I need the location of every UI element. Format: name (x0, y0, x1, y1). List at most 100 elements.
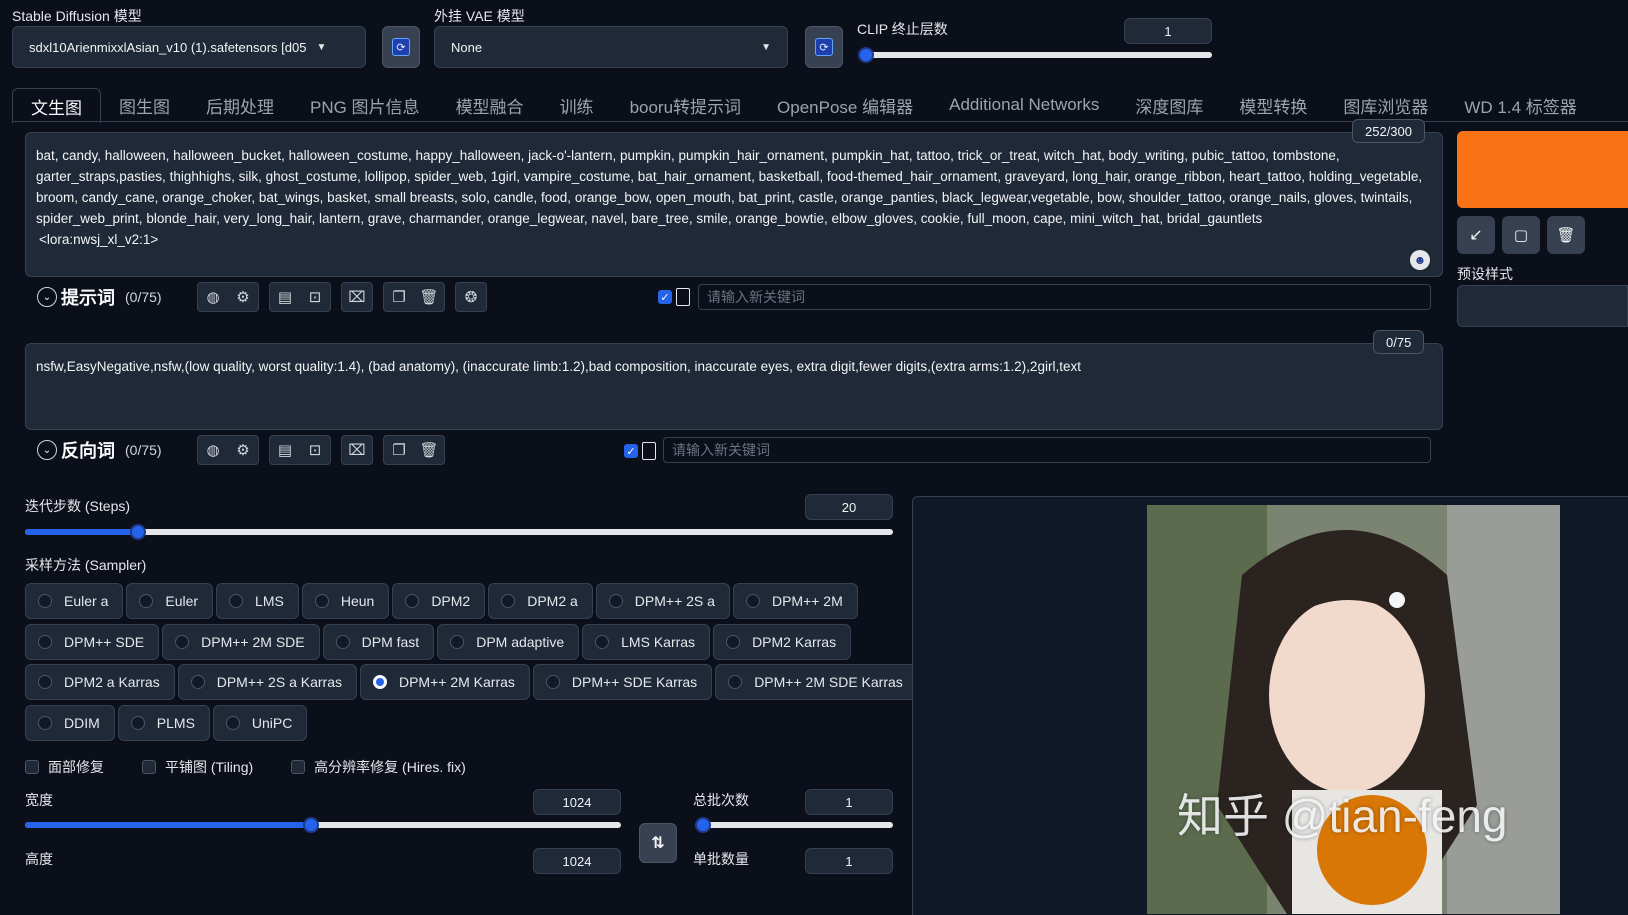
negative-keyword-input[interactable]: 请输入新关键词 (663, 437, 1431, 463)
radio-icon[interactable] (38, 675, 52, 689)
tab-item[interactable]: 图生图 (101, 88, 188, 122)
radio-icon[interactable] (314, 594, 329, 608)
radio-icon[interactable] (38, 635, 52, 649)
sampler-option[interactable]: DPM++ 2S a Karras (177, 664, 357, 700)
arrow-down-left-icon[interactable]: ↙ (1457, 216, 1495, 254)
tab-item[interactable]: 后期处理 (188, 88, 292, 122)
radio-icon[interactable] (608, 594, 623, 608)
radio-icon[interactable] (139, 594, 154, 608)
format-ab-icon[interactable]: ⌧ (342, 283, 372, 311)
width-input[interactable]: 1024 (533, 789, 621, 815)
sampler-option[interactable]: DPM++ 2M SDE (162, 624, 320, 660)
sampler-option[interactable]: DPM++ SDE Karras (532, 664, 713, 700)
width-slider[interactable] (25, 817, 621, 833)
generated-image[interactable] (1147, 505, 1560, 914)
sampler-option[interactable]: DPM++ 2S a (595, 583, 730, 619)
batch-count-slider[interactable] (695, 817, 893, 833)
face-restore-checkbox[interactable]: 面部修复 (25, 757, 104, 777)
copy-icon[interactable]: ❐ (384, 436, 414, 464)
clip-value-input[interactable]: 1 (1124, 18, 1212, 44)
tab-item[interactable]: OpenPose 编辑器 (759, 88, 931, 122)
sampler-option[interactable]: DPM2 Karras (713, 624, 852, 660)
trash-icon[interactable]: 🗑 (1547, 216, 1585, 254)
square-icon[interactable]: ▢ (1502, 216, 1540, 254)
globe-icon[interactable]: ◍ (198, 283, 228, 311)
bookmark-icon[interactable]: ⊡ (300, 283, 330, 311)
negative-toggle[interactable]: ⌄ 反向词 (0/75) (37, 437, 197, 463)
globe-icon[interactable]: ◍ (198, 436, 228, 464)
sampler-option[interactable]: DPM++ SDE (25, 624, 160, 660)
sampler-option[interactable]: UniPC (212, 705, 308, 741)
steps-input[interactable]: 20 (805, 494, 893, 520)
radio-icon[interactable] (38, 716, 52, 730)
tab-item[interactable]: PNG 图片信息 (292, 88, 438, 122)
hires-checkbox[interactable]: 高分辨率修复 (Hires. fix) (291, 757, 466, 777)
checkbox-icon[interactable]: ✓ (624, 444, 638, 458)
sampler-option[interactable]: DPM++ 2M Karras (359, 664, 530, 700)
vae-refresh-button[interactable]: ⟳ (805, 26, 843, 68)
radio-icon[interactable] (450, 635, 465, 649)
sampler-option[interactable]: DPM fast (322, 624, 435, 660)
assistant-bot-icon[interactable]: ☻ (1410, 250, 1430, 270)
sampler-option[interactable]: Euler a (25, 583, 124, 619)
tab-item[interactable]: 训练 (542, 88, 612, 122)
history-icon[interactable]: ▤ (270, 283, 300, 311)
radio-icon[interactable] (501, 594, 516, 608)
checkbox-icon[interactable] (142, 760, 156, 774)
format-ab-icon[interactable]: ⌧ (342, 436, 372, 464)
swap-vertical-icon[interactable]: ⇅ (639, 823, 677, 863)
tab-item[interactable]: 模型转换 (1221, 88, 1325, 122)
radio-icon[interactable] (405, 594, 420, 608)
styles-dropdown[interactable] (1457, 285, 1628, 327)
sampler-option[interactable]: Euler (126, 583, 214, 619)
radio-icon[interactable] (190, 675, 205, 689)
radio-icon[interactable] (595, 635, 610, 649)
batch-size-input[interactable]: 1 (805, 848, 893, 874)
radio-icon[interactable] (130, 716, 145, 730)
radio-icon[interactable] (726, 635, 741, 649)
batch-count-slider-thumb[interactable] (695, 817, 711, 833)
sampler-option[interactable]: DPM adaptive (437, 624, 580, 660)
radio-icon[interactable] (745, 594, 760, 608)
checkbox-icon[interactable] (25, 760, 39, 774)
negative-keyword-check[interactable]: ✓ (624, 442, 656, 460)
prompt-toggle[interactable]: ⌄ 提示词 (0/75) (37, 284, 197, 310)
checkbox-icon[interactable] (291, 760, 306, 774)
tab-item[interactable]: 图库浏览器 (1325, 88, 1446, 122)
tab-item[interactable]: 文生图 (12, 88, 101, 123)
bracket-icon[interactable] (642, 442, 656, 460)
tab-item[interactable]: 模型融合 (438, 88, 542, 122)
generate-button[interactable] (1457, 131, 1628, 208)
tab-item[interactable]: 深度图库 (1117, 88, 1221, 122)
bookmark-icon[interactable]: ⊡ (300, 436, 330, 464)
sampler-option[interactable]: DPM2 a (488, 583, 593, 619)
trash-icon[interactable]: 🗑 (414, 283, 444, 311)
radio-icon[interactable] (728, 675, 743, 689)
steps-slider[interactable] (25, 524, 893, 540)
radio-icon[interactable] (229, 594, 244, 608)
width-slider-thumb[interactable] (303, 817, 319, 833)
gear-icon[interactable]: ⚙ (228, 283, 258, 311)
sampler-option[interactable]: DPM2 (392, 583, 486, 619)
vae-dropdown[interactable]: None ▼ (434, 26, 788, 68)
sd-model-dropdown[interactable]: sdxl10ArienmixxlAsian_v10 (1).safetensor… (12, 26, 366, 68)
prompt-keyword-check[interactable]: ✓ (658, 288, 690, 306)
steps-slider-thumb[interactable] (130, 524, 146, 540)
radio-icon[interactable] (38, 594, 52, 608)
clip-slider-thumb[interactable] (858, 47, 874, 63)
prompt-textarea[interactable]: bat, candy, halloween, halloween_bucket,… (25, 132, 1443, 277)
tab-item[interactable]: WD 1.4 标签器 (1446, 88, 1594, 122)
bracket-icon[interactable] (676, 288, 690, 306)
checkbox-icon[interactable]: ✓ (658, 290, 672, 304)
height-input[interactable]: 1024 (533, 848, 621, 874)
negative-textarea[interactable]: nsfw,EasyNegative,nsfw,(low quality, wor… (25, 343, 1443, 430)
history-icon[interactable]: ▤ (270, 436, 300, 464)
batch-count-input[interactable]: 1 (805, 789, 893, 815)
sampler-option[interactable]: LMS Karras (582, 624, 711, 660)
radio-icon[interactable] (335, 635, 350, 649)
sampler-option[interactable]: DDIM (25, 705, 115, 741)
radio-icon[interactable] (372, 675, 387, 689)
sampler-option[interactable]: DPM2 a Karras (25, 664, 175, 700)
radio-icon[interactable] (225, 716, 240, 730)
radio-icon[interactable] (545, 675, 560, 689)
